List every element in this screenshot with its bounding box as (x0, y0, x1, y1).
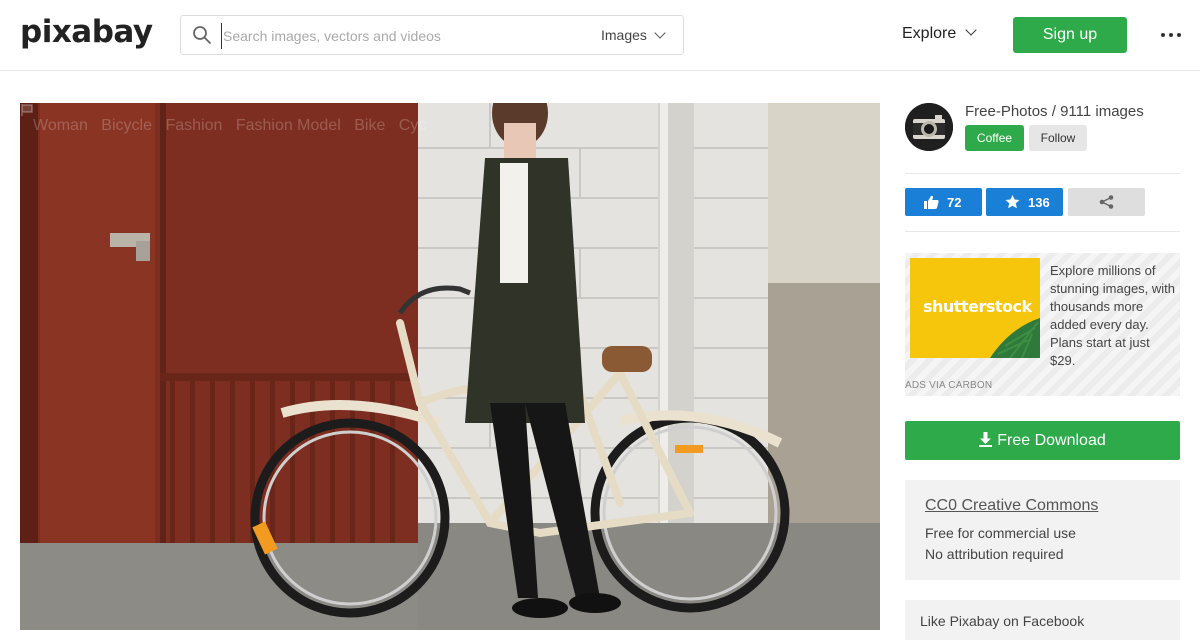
search-input[interactable] (221, 23, 581, 49)
download-label: Free Download (997, 432, 1106, 449)
star-icon (1005, 195, 1020, 209)
search-type-dropdown[interactable]: Images (601, 27, 666, 43)
separator: / (1047, 103, 1061, 120)
ad-image[interactable]: shutterstock (910, 258, 1040, 358)
ad-text[interactable]: Explore millions of stunning images, wit… (1050, 262, 1178, 370)
tag-list: Woman Bicycle Fashion Fashion Model Bike… (33, 117, 435, 135)
ad-logo: shutterstock (923, 297, 1032, 316)
favorite-button[interactable]: 136 (986, 188, 1063, 216)
chevron-down-icon (965, 24, 977, 36)
explore-label: Explore (902, 25, 957, 42)
tag-link[interactable]: Fashion Model (236, 117, 341, 134)
like-count: 72 (947, 195, 962, 210)
ads-via-carbon[interactable]: ADS VIA CARBON (905, 380, 992, 391)
avatar[interactable] (905, 103, 953, 151)
explore-menu[interactable]: Explore (902, 24, 977, 43)
photo-image (20, 103, 880, 630)
facebook-label: Like Pixabay on Facebook (920, 613, 1085, 629)
username-link[interactable]: Free-Photos (965, 103, 1048, 120)
share-button[interactable] (1068, 188, 1145, 216)
license-commercial: Free for commercial use (925, 525, 1076, 541)
search-bar: Images (180, 15, 684, 55)
divider (905, 231, 1180, 232)
download-icon (979, 432, 993, 447)
divider (905, 173, 1180, 174)
like-button[interactable]: 72 (905, 188, 982, 216)
chevron-down-icon (654, 27, 666, 39)
tag-link[interactable]: Fashion (165, 117, 222, 134)
favorite-count: 136 (1028, 195, 1050, 210)
carbon-ad[interactable]: shutterstock Explore millions of stunnin… (905, 253, 1180, 396)
top-header: pixabay Images Explore Sign up (0, 0, 1200, 71)
license-attribution: No attribution required (925, 546, 1064, 562)
tag-link[interactable]: Cyc (399, 117, 427, 134)
license-box: CC0 Creative Commons Free for commercial… (905, 480, 1180, 580)
signup-button[interactable]: Sign up (1013, 17, 1127, 53)
main-photo[interactable]: Woman Bicycle Fashion Fashion Model Bike… (20, 103, 880, 630)
facebook-box: Like Pixabay on Facebook (905, 600, 1180, 640)
image-count[interactable]: 9111 images (1060, 103, 1144, 120)
flag-icon[interactable] (20, 103, 34, 117)
thumbs-up-icon (924, 195, 939, 209)
user-info: Free-Photos / 9111 images (965, 103, 1144, 120)
share-icon (1099, 195, 1114, 209)
coffee-button[interactable]: Coffee (965, 125, 1024, 151)
search-icon[interactable] (192, 25, 212, 45)
pixabay-logo[interactable]: pixabay (20, 14, 153, 50)
tag-link[interactable]: Woman (33, 117, 88, 134)
search-type-label: Images (601, 27, 647, 43)
tag-link[interactable]: Bicycle (101, 117, 152, 134)
license-link[interactable]: CC0 Creative Commons (925, 497, 1098, 515)
more-options-icon[interactable] (1161, 33, 1181, 37)
camera-icon (905, 103, 953, 151)
follow-button[interactable]: Follow (1029, 125, 1087, 151)
tag-link[interactable]: Bike (354, 117, 385, 134)
free-download-button[interactable]: Free Download (905, 421, 1180, 460)
